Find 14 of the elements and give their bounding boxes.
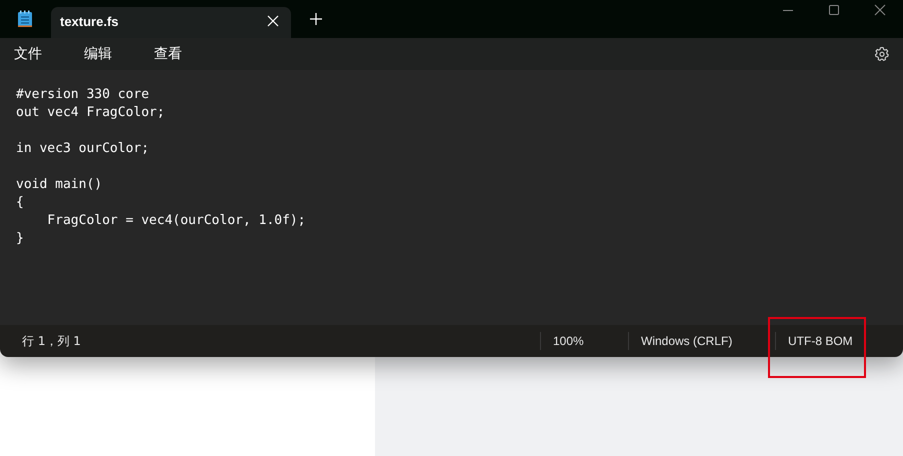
file-tab[interactable]: texture.fs <box>51 7 291 38</box>
code-text: #version 330 core out vec4 FragColor; in vec3 ourColor; void main() { FragColor = vec4(ourColor, 1.0f); } <box>16 86 307 248</box>
new-tab-icon[interactable] <box>310 13 322 25</box>
line-ending: Windows (CRLF) <box>641 334 732 348</box>
zoom-level: 100% <box>553 334 584 348</box>
close-tab-icon[interactable] <box>267 15 279 27</box>
encoding: UTF-8 BOM <box>788 334 853 348</box>
menu-item[interactable]: 文件 <box>0 45 56 63</box>
text-editor[interactable]: #version 330 core out vec4 FragColor; in vec3 ourColor; void main() { FragColor = vec4(ourColor, 1.0f); } <box>0 70 903 325</box>
cursor-position: 行 1，列 1 <box>22 334 81 348</box>
notepad-icon <box>17 10 33 28</box>
menu-item[interactable]: 查看 <box>140 45 196 63</box>
settings-icon[interactable] <box>874 46 890 62</box>
menu-item[interactable]: 编辑 <box>70 45 126 63</box>
